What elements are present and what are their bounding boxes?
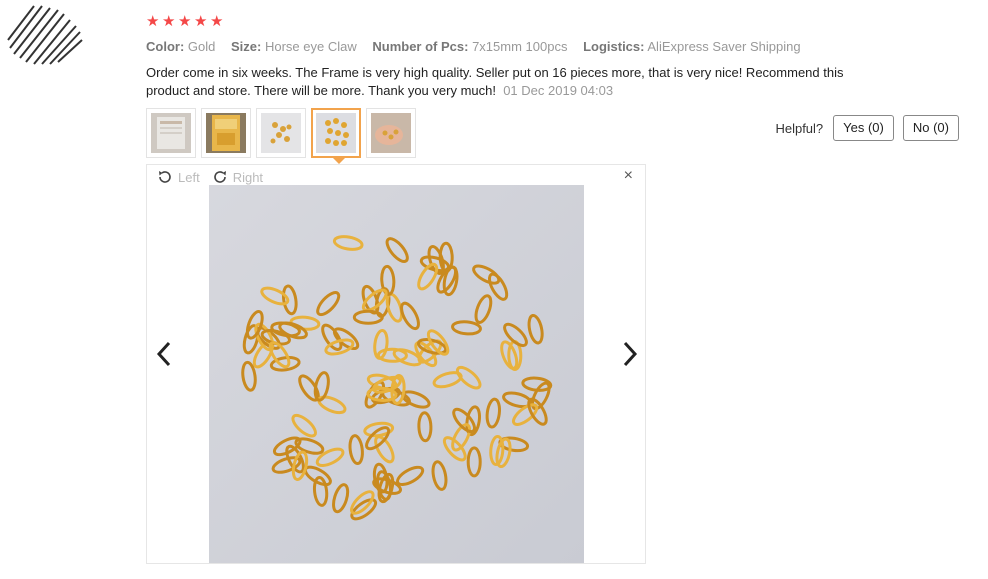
thumbnail-image (261, 113, 301, 153)
star-icon: ★ (194, 13, 208, 30)
thumbnail-1[interactable] (146, 108, 196, 158)
thumbnail-4[interactable] (311, 108, 361, 164)
helpful-label: Helpful? (775, 120, 824, 136)
star-icon: ★ (178, 13, 192, 30)
star-icon: ★ (146, 13, 160, 30)
review-body: Order come in six weeks. The Frame is ve… (146, 64, 866, 100)
thumbnail-image (206, 113, 246, 153)
attr-pcs: Number of Pcs: 7x15mm 100pcs (372, 39, 568, 54)
thumbnail-5[interactable] (366, 108, 416, 158)
rotate-left-button[interactable]: Left (157, 169, 200, 185)
review-text: Order come in six weeks. The Frame is ve… (146, 65, 844, 98)
star-icon: ★ (210, 13, 224, 30)
review-photo (209, 185, 584, 563)
review-date: 01 Dec 2019 04:03 (503, 83, 614, 98)
chevron-left-icon[interactable] (155, 340, 173, 368)
rating-stars: ★ ★ ★ ★ ★ (146, 14, 225, 29)
thumbnail-3[interactable] (256, 108, 306, 158)
product-attributes: Color: Gold Size: Horse eye Claw Number … (146, 39, 813, 54)
viewer-toolbar: Left Right (157, 169, 269, 185)
star-icon: ★ (162, 13, 176, 30)
image-viewer: Left Right × (146, 164, 646, 564)
chevron-right-icon[interactable] (621, 340, 639, 368)
review-thumbnails (146, 108, 416, 164)
attr-color: Color: Gold (146, 39, 216, 54)
thumbnail-image (316, 113, 356, 153)
thumbnail-image (151, 113, 191, 153)
helpful-yes-button[interactable]: Yes (0) (833, 115, 894, 141)
rotate-left-icon (159, 171, 171, 183)
rotate-right-button[interactable]: Right (212, 169, 263, 185)
thumbnail-2[interactable] (201, 108, 251, 158)
helpful-votes: Helpful? Yes (0) No (0) (775, 115, 959, 141)
attr-size: Size: Horse eye Claw (231, 39, 357, 54)
close-icon[interactable]: × (624, 167, 633, 185)
attr-logistics: Logistics: AliExpress Saver Shipping (583, 39, 801, 54)
avatar-icon (7, 5, 83, 65)
helpful-no-button[interactable]: No (0) (902, 115, 959, 141)
rotate-right-icon (213, 171, 226, 183)
thumbnail-image (371, 113, 411, 153)
